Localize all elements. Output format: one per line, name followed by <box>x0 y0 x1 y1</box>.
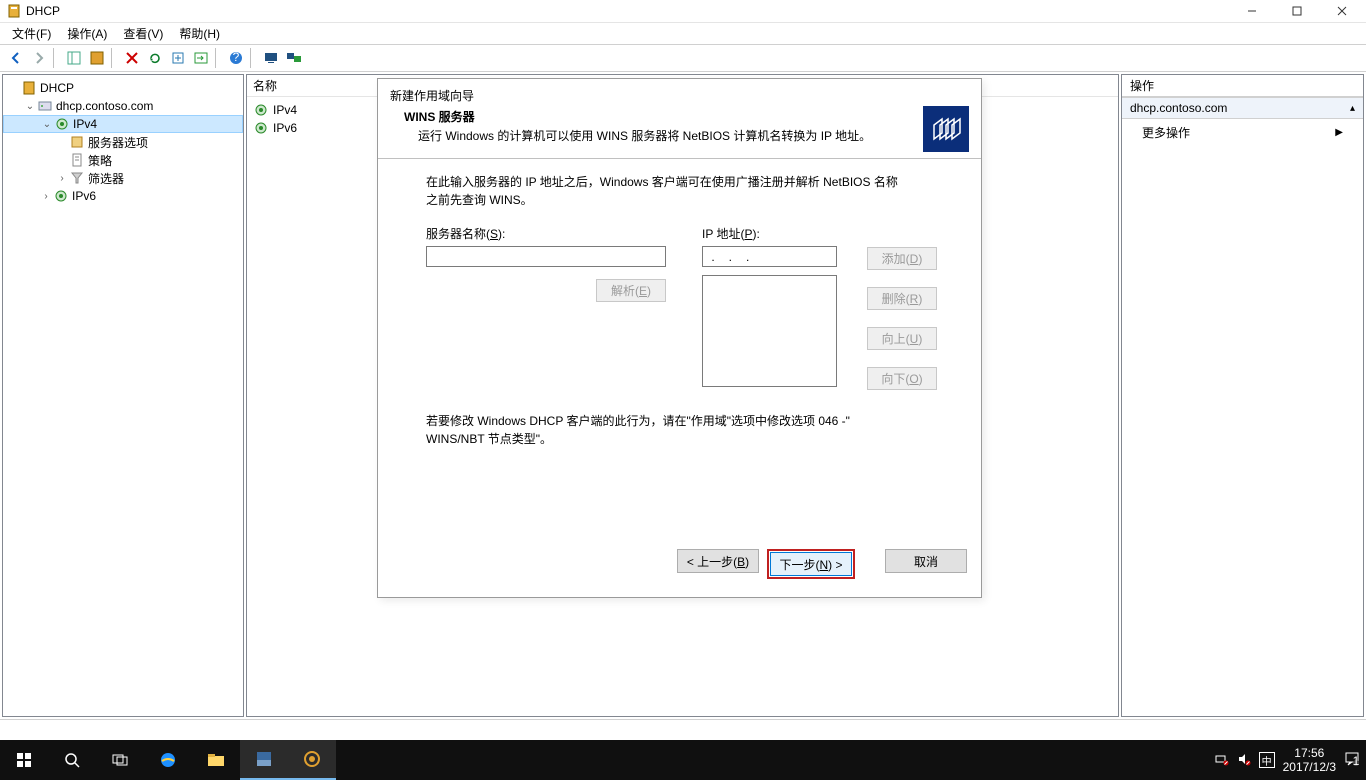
export-button[interactable] <box>166 47 189 69</box>
server-icon <box>37 98 53 114</box>
collapse-icon[interactable]: ⌄ <box>23 101 37 112</box>
actions-group-server[interactable]: dhcp.contoso.com ▴ <box>1122 97 1363 119</box>
action-button[interactable] <box>189 47 212 69</box>
tree-label: IPv6 <box>72 189 96 203</box>
server-manager-button[interactable] <box>240 740 288 780</box>
down-button[interactable]: 向下(O) <box>867 367 937 390</box>
up-button[interactable]: 向上(U) <box>867 327 937 350</box>
svg-text:?: ? <box>232 50 239 64</box>
ipv6-icon <box>253 120 269 136</box>
expand-icon[interactable]: › <box>55 173 69 184</box>
tray-date: 2017/12/3 <box>1283 760 1336 774</box>
server-name-input[interactable] <box>426 246 666 267</box>
ipv6-icon <box>53 188 69 204</box>
ie-button[interactable] <box>144 740 192 780</box>
list-item-label: IPv6 <box>273 121 297 135</box>
menu-view[interactable]: 查看(V) <box>115 23 171 44</box>
app-icon <box>6 3 22 19</box>
tray-network-icon[interactable] <box>1215 752 1229 769</box>
window-title: DHCP <box>26 4 1229 18</box>
tree-node-filters[interactable]: › 筛选器 <box>3 169 243 187</box>
actions-more-label: 更多操作 <box>1142 124 1190 141</box>
new-scope-wizard-dialog: 新建作用域向导 WINS 服务器 运行 Windows 的计算机可以使用 WIN… <box>377 78 982 598</box>
actions-more[interactable]: 更多操作 ▶ <box>1122 119 1363 146</box>
actions-pane: 操作 dhcp.contoso.com ▴ 更多操作 ▶ <box>1121 74 1364 717</box>
close-button[interactable] <box>1319 0 1364 22</box>
tray-ime[interactable]: 中 <box>1259 752 1275 768</box>
console-button-2[interactable] <box>282 47 305 69</box>
tree-node-policy[interactable]: 策略 <box>3 151 243 169</box>
add-button[interactable]: 添加(D) <box>867 247 937 270</box>
back-button[interactable] <box>4 47 27 69</box>
start-button[interactable] <box>0 740 48 780</box>
actions-header: 操作 <box>1122 75 1363 97</box>
dhcp-icon <box>21 80 37 96</box>
tree-label: 服务器选项 <box>88 134 148 151</box>
svg-text:1: 1 <box>1353 754 1360 767</box>
properties-button[interactable] <box>85 47 108 69</box>
cancel-button[interactable]: 取消 <box>885 549 967 573</box>
wins-servers-listbox[interactable] <box>702 275 837 387</box>
wizard-title: 新建作用域向导 <box>378 79 981 106</box>
collapse-icon[interactable]: ⌄ <box>40 119 54 130</box>
delete-button[interactable] <box>120 47 143 69</box>
expand-icon[interactable]: › <box>39 191 53 202</box>
ipv4-icon <box>54 116 70 132</box>
search-button[interactable] <box>48 740 96 780</box>
policy-icon <box>69 152 85 168</box>
wizard-instructions: 在此输入服务器的 IP 地址之后，Windows 客户端可在使用广播注册并解析 … <box>426 173 906 209</box>
wizard-icon <box>923 106 969 152</box>
ip-address-input[interactable] <box>702 246 837 267</box>
filter-icon <box>69 170 85 186</box>
chevron-right-icon: ▶ <box>1335 127 1343 138</box>
back-button[interactable]: < 上一步(B) <box>677 549 759 573</box>
options-icon <box>69 134 85 150</box>
menu-bar: 文件(F) 操作(A) 查看(V) 帮助(H) <box>0 23 1366 44</box>
actions-group-label: dhcp.contoso.com <box>1130 101 1227 115</box>
explorer-button[interactable] <box>192 740 240 780</box>
resolve-button[interactable]: 解析(E) <box>596 279 666 302</box>
help-button[interactable]: ? <box>224 47 247 69</box>
tree-pane: DHCP ⌄ dhcp.contoso.com ⌄ <box>2 74 244 717</box>
wizard-note: 若要修改 Windows DHCP 客户端的此行为，请在"作用域"选项中修改选项… <box>426 412 886 448</box>
tree-label: 策略 <box>88 152 112 169</box>
window-title-bar: DHCP <box>0 0 1366 23</box>
next-button[interactable]: 下一步(N) > <box>770 552 852 576</box>
tray-time: 17:56 <box>1283 746 1336 760</box>
tree-label: IPv4 <box>73 117 97 131</box>
tray-notifications-icon[interactable]: 1 <box>1344 751 1360 770</box>
tree-label: 筛选器 <box>88 170 124 187</box>
wizard-heading: WINS 服务器 <box>390 108 923 125</box>
menu-action[interactable]: 操作(A) <box>59 23 115 44</box>
menu-help[interactable]: 帮助(H) <box>171 23 228 44</box>
ipv4-icon <box>253 102 269 118</box>
maximize-button[interactable] <box>1274 0 1319 22</box>
console-button-1[interactable] <box>259 47 282 69</box>
tree-label: DHCP <box>40 81 74 95</box>
tree-node-ipv6[interactable]: › IPv6 <box>3 187 243 205</box>
tree-label: dhcp.contoso.com <box>56 99 153 113</box>
wizard-subheading: 运行 Windows 的计算机可以使用 WINS 服务器将 NetBIOS 计算… <box>390 127 923 144</box>
collapse-icon: ▴ <box>1350 103 1355 114</box>
refresh-button[interactable] <box>143 47 166 69</box>
tray-clock[interactable]: 17:56 2017/12/3 <box>1283 746 1336 775</box>
dhcp-app-button[interactable] <box>288 740 336 780</box>
toolbar: ? <box>0 44 1366 72</box>
center-pane: 名称 IPv4 IPv6 新建作用域向导 WINS 服务器 运行 Windows… <box>246 74 1119 717</box>
server-name-label: 服务器名称(S): <box>426 225 666 242</box>
remove-button[interactable]: 删除(R) <box>867 287 937 310</box>
tree-node-dhcp-root[interactable]: DHCP <box>3 79 243 97</box>
list-item-label: IPv4 <box>273 103 297 117</box>
menu-file[interactable]: 文件(F) <box>4 23 59 44</box>
taskbar: 中 17:56 2017/12/3 1 <box>0 740 1366 780</box>
tree-node-ipv4[interactable]: ⌄ IPv4 <box>3 115 243 133</box>
tree-node-server-options[interactable]: 服务器选项 <box>3 133 243 151</box>
taskview-button[interactable] <box>96 740 144 780</box>
tree-node-server[interactable]: ⌄ dhcp.contoso.com <box>3 97 243 115</box>
forward-button[interactable] <box>27 47 50 69</box>
minimize-button[interactable] <box>1229 0 1274 22</box>
ip-address-label: IP 地址(P): <box>702 225 937 242</box>
show-hide-tree-button[interactable] <box>62 47 85 69</box>
tray-volume-icon[interactable] <box>1237 752 1251 769</box>
